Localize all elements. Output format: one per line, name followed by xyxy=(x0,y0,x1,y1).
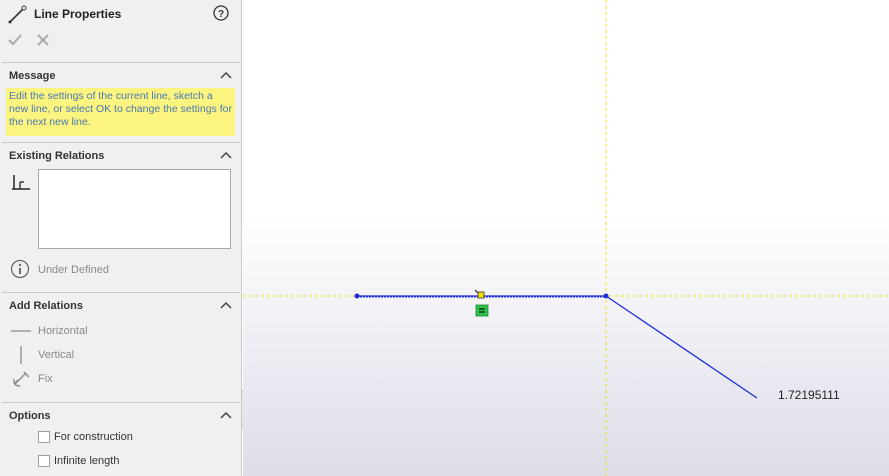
dimension-value: 1.72195111 xyxy=(778,388,840,402)
chevron-up-icon[interactable] xyxy=(220,71,232,79)
close-icon[interactable] xyxy=(35,32,51,48)
help-icon[interactable]: ? xyxy=(213,5,229,21)
add-relation-vertical[interactable]: Vertical xyxy=(38,349,74,361)
svg-text:?: ? xyxy=(218,9,224,20)
definition-status: Under Defined xyxy=(38,264,109,276)
property-manager-panel: Line Properties ? Message Edit the setti… xyxy=(0,0,242,476)
pencil-cursor-icon xyxy=(474,289,485,299)
section-divider xyxy=(2,292,240,293)
chevron-up-icon[interactable] xyxy=(220,411,232,419)
info-icon xyxy=(10,259,30,279)
sketch-canvas[interactable] xyxy=(243,0,889,476)
message-text: Edit the settings of the current line, s… xyxy=(6,88,235,136)
chevron-up-icon[interactable] xyxy=(220,301,232,309)
add-relations-title[interactable]: Add Relations xyxy=(9,300,83,312)
add-relation-horizontal[interactable]: Horizontal xyxy=(38,325,88,337)
fix-anchor-icon xyxy=(13,371,30,387)
add-relation-fix[interactable]: Fix xyxy=(38,373,53,385)
chevron-up-icon[interactable] xyxy=(220,151,232,159)
existing-relations-title[interactable]: Existing Relations xyxy=(9,150,104,162)
section-divider xyxy=(2,62,240,63)
checkmark-icon[interactable] xyxy=(7,32,23,48)
horizontal-relation-badge xyxy=(475,304,489,317)
for-construction-label: For construction xyxy=(54,431,133,443)
sketch-line-in-progress[interactable] xyxy=(605,295,758,399)
page-title: Line Properties xyxy=(34,7,122,21)
vertical-relation-icon xyxy=(20,346,22,364)
graphics-area[interactable] xyxy=(243,0,889,476)
relations-icon xyxy=(12,175,30,190)
infinite-length-label: Infinite length xyxy=(54,455,120,467)
section-divider xyxy=(2,402,240,403)
existing-relations-list[interactable] xyxy=(38,169,231,249)
property-manager-header: Line Properties ? xyxy=(0,0,242,28)
section-divider xyxy=(2,142,240,143)
message-section-title[interactable]: Message xyxy=(9,70,55,82)
horizontal-relation-icon xyxy=(11,330,31,332)
infinite-length-checkbox[interactable] xyxy=(38,455,50,467)
line-endpoint-start[interactable] xyxy=(354,293,360,299)
for-construction-checkbox[interactable] xyxy=(38,431,50,443)
sketch-line-icon xyxy=(8,5,27,24)
options-title[interactable]: Options xyxy=(9,410,51,422)
